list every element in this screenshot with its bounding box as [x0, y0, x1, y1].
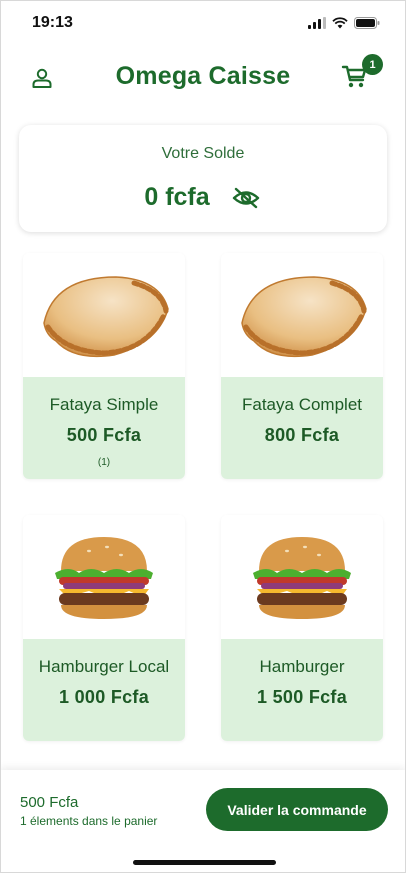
cart-item-count: 1 élements dans le panier — [20, 814, 158, 828]
status-time: 19:13 — [32, 14, 73, 31]
product-name: Fataya Complet — [242, 395, 362, 414]
product-info: Hamburger Local 1 000 Fcfa — [23, 639, 185, 741]
toggle-balance-button[interactable] — [232, 185, 262, 211]
wifi-icon — [332, 17, 348, 29]
product-card-fataya-complet[interactable]: Fataya Complet 800 Fcfa — [221, 253, 383, 479]
product-price: 1 000 Fcfa — [58, 687, 150, 707]
product-info: Fataya Complet 800 Fcfa — [221, 377, 383, 479]
balance-row: 0 fcfa — [19, 183, 387, 212]
validate-order-button[interactable]: Valider la commande — [206, 788, 388, 831]
product-quantity: (1) — [97, 457, 111, 468]
fataya-image — [241, 276, 367, 358]
battery-icon — [354, 17, 380, 29]
product-price: 500 Fcfa — [66, 425, 142, 445]
home-indicator — [133, 860, 276, 865]
cart-total: 500 Fcfa — [20, 794, 79, 811]
signal-icon — [308, 17, 326, 29]
eye-off-icon — [232, 187, 259, 208]
product-info: Fataya Simple 500 Fcfa (1) — [23, 377, 185, 479]
balance-card: Votre Solde 0 fcfa — [19, 125, 387, 232]
cart-summary-bar: 500 Fcfa 1 élements dans le panier Valid… — [0, 770, 406, 873]
product-image — [23, 515, 185, 639]
product-price: 1 500 Fcfa — [256, 687, 348, 707]
product-price: 800 Fcfa — [264, 425, 340, 445]
status-bar: 19:13 — [0, 0, 406, 46]
app-header: Omega Caisse — [0, 52, 406, 104]
cart-badge: 1 — [362, 54, 383, 75]
fataya-image — [43, 276, 169, 358]
product-name: Hamburger Local — [38, 657, 170, 676]
product-name: Fataya Simple — [49, 395, 159, 414]
status-icons — [308, 17, 380, 29]
product-image — [221, 515, 383, 639]
product-info: Hamburger 1 500 Fcfa — [221, 639, 383, 741]
balance-label: Votre Solde — [161, 145, 245, 162]
product-image — [23, 253, 185, 377]
hamburger-image — [55, 537, 153, 619]
product-image — [221, 253, 383, 377]
balance-value: 0 fcfa — [144, 183, 210, 211]
product-card-fataya-simple[interactable]: Fataya Simple 500 Fcfa (1) — [23, 253, 185, 479]
hamburger-image — [253, 537, 351, 619]
product-card-hamburger[interactable]: Hamburger 1 500 Fcfa — [221, 515, 383, 741]
product-card-hamburger-local[interactable]: Hamburger Local 1 000 Fcfa — [23, 515, 185, 741]
product-name: Hamburger — [259, 657, 345, 676]
